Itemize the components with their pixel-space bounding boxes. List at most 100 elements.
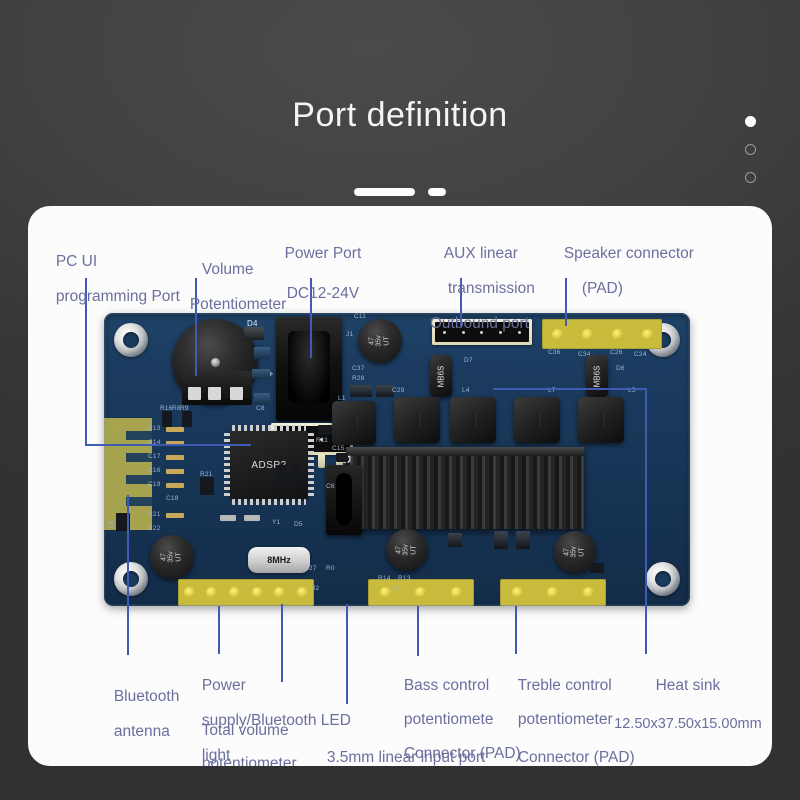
silk-D5: D5 (294, 521, 303, 528)
mounting-hole-top-left (114, 323, 148, 357)
silk-L4: L4 (462, 387, 470, 394)
silk-C17: C17 (148, 453, 161, 460)
label-bass-line2: potentiomete (403, 711, 494, 729)
slide-progress-indicator[interactable] (0, 188, 800, 196)
silk-R19: R19 (282, 565, 295, 572)
chip-pins-bottom (232, 499, 306, 505)
inductor-l5: 100 (514, 397, 560, 443)
capacitor-c11: 47 35v UT (358, 319, 402, 363)
pot-leg-1 (188, 387, 201, 400)
bridge-rectifier-2: MB6S (586, 355, 608, 397)
jack-barrel (336, 473, 352, 525)
antenna-notch-3 (126, 475, 152, 484)
silk-J2: J2 (312, 585, 320, 592)
smd-block-b (376, 385, 394, 397)
silk-C18: C18 (166, 495, 179, 502)
antenna-notch-1 (126, 431, 152, 440)
silk-C36: C36 (548, 349, 561, 356)
pot-leg-3 (230, 387, 243, 400)
aux-3p5mm-jack[interactable] (326, 465, 362, 535)
smd-cluster-11 (276, 465, 286, 485)
mounting-hole-bottom-right (646, 562, 680, 596)
pagination-dot-1[interactable] (745, 116, 756, 127)
volume-potentiometer[interactable] (172, 319, 258, 405)
silk-C8: C8 (256, 405, 265, 412)
smd-cluster-6 (166, 469, 184, 474)
heat-sink: BDM3P (339, 447, 584, 529)
chip-pins-left (224, 433, 230, 497)
label-power-port: Power Port DC12-24V (240, 228, 380, 320)
total-volume-pot-pad[interactable] (178, 579, 314, 606)
pagination-dot-2[interactable] (745, 144, 756, 155)
label-speaker-line2: (PAD) (581, 280, 623, 298)
label-heat-sink: Heat sink 12.50x37.50x15.00mm (580, 660, 770, 750)
leader-pc-ui-horizontal (85, 444, 251, 447)
silk-C22: C22 (148, 525, 161, 532)
smd-cluster-1 (162, 411, 172, 427)
silk-R21: R21 (200, 471, 213, 478)
smd-cluster-3 (166, 427, 184, 432)
silk-R8: R8 (172, 405, 181, 412)
label-heat-sink-value: 12.50x37.50x15.00mm (614, 716, 762, 733)
smd-cluster-10 (336, 453, 348, 462)
diagram-card: L9 R8 C8 B+ D4 J1 47 35v UT C11 C37 R28 … (28, 206, 772, 766)
label-bass-line1: Bass control (403, 677, 490, 695)
leader-power-led (218, 606, 221, 654)
silk-Y1: Y1 (272, 519, 281, 526)
capacitor-left: 47 35v UT (150, 535, 194, 579)
volume-pot-connector[interactable] (271, 423, 353, 455)
pagination-dot-3[interactable] (745, 172, 756, 183)
label-tv-line1: Total volume (201, 721, 289, 739)
treble-control-pad[interactable] (500, 579, 606, 606)
inductor-l6: 100 (578, 397, 624, 443)
silk-C16: C16 (148, 467, 161, 474)
label-speaker-connector: Speaker connector (PAD) (538, 228, 694, 315)
silk-C37: C37 (352, 365, 365, 372)
silk-R0: R0 (326, 565, 335, 572)
smd-cluster-15 (244, 515, 260, 521)
pagination-dots[interactable] (745, 116, 756, 183)
silk-R27: R27 (304, 565, 317, 572)
smd-cluster-12 (290, 465, 300, 485)
smd-cluster-14 (220, 515, 236, 521)
potentiometer-base (182, 371, 252, 405)
silk-C19: C19 (148, 481, 161, 488)
smd-cluster-8 (166, 513, 184, 518)
silk-Bplus: B+ (262, 369, 274, 379)
chip-pins-right (308, 433, 314, 497)
pot-leg-2 (208, 387, 221, 400)
heat-sink-label: BDM3P (339, 455, 353, 503)
label-bt-line2: antenna (113, 723, 170, 741)
chip-pins-top (232, 425, 306, 431)
smd-cluster-9 (318, 425, 332, 435)
label-aux-line1: AUX linear (443, 245, 518, 263)
smd-cluster-18 (448, 533, 462, 547)
smd-pad-2 (252, 369, 270, 379)
dc-jack-barrel (288, 331, 330, 403)
silk-C13: C13 (148, 425, 161, 432)
label-treble-line3: Connector (PAD) (517, 749, 635, 766)
silk-C6: C6 (326, 483, 335, 490)
smd-cluster-16 (494, 531, 508, 549)
crystal-label: 8MHz (267, 555, 291, 565)
inductor-l4: 100 (394, 397, 440, 443)
smd-cluster-20 (590, 563, 604, 573)
smd-cluster-2 (182, 411, 192, 427)
dc-power-jack[interactable] (276, 317, 342, 421)
leader-heat-sink-vertical (645, 388, 648, 654)
label-speaker-line1: Speaker connector (563, 245, 694, 263)
label-pc-ui-line1: PC UI (55, 253, 98, 271)
label-pc-ui-line2: programming Port (55, 288, 180, 306)
speaker-connector-pad[interactable] (542, 319, 662, 349)
label-aux-line3: Outbound port (429, 314, 529, 332)
progress-pill-inactive[interactable] (428, 188, 446, 196)
silk-L9: L9 (108, 520, 115, 528)
silk-R14: R14 (378, 575, 391, 582)
bass-control-pad[interactable] (368, 579, 474, 606)
leader-bluetooth-antenna (127, 495, 130, 655)
smd-cluster-17 (516, 531, 530, 549)
silk-C26: C26 (610, 349, 623, 356)
label-bluetooth-antenna: Bluetooth antenna (88, 671, 180, 758)
progress-pill-active[interactable] (354, 188, 415, 196)
crystal-oscillator: 8MHz (248, 547, 310, 573)
